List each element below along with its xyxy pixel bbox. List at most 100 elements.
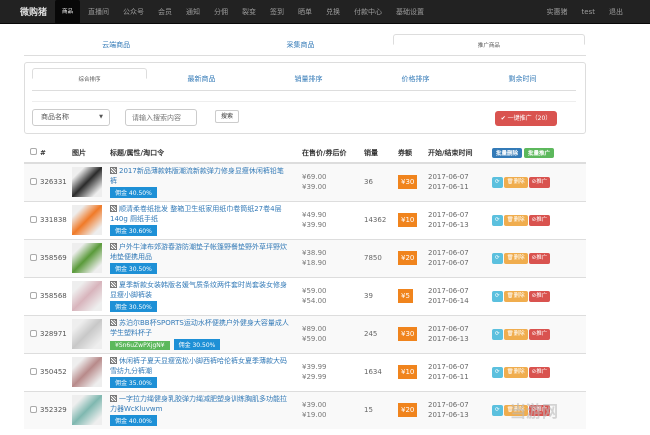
batch-delete-button[interactable]: 批量删除 (492, 147, 523, 158)
qrcode-icon[interactable] (110, 357, 117, 364)
search-button[interactable]: 搜索 (215, 110, 240, 123)
refresh-button[interactable]: ⟳ (492, 366, 503, 378)
qrcode-icon[interactable] (110, 205, 117, 212)
table-row: 331838 顺清柔卷纸批发 整箱卫生纸家用纸巾卷筒纸27卷4层140g 厕纸手纸… (24, 200, 586, 239)
delete-button[interactable]: 🗑删除 (503, 252, 528, 264)
product-image[interactable] (72, 395, 102, 426)
product-title[interactable]: 休闲裤子夏天显瘦宽松小脚西裤哈伦裤女夏季薄款大码雪纺九分裤潮 (110, 356, 290, 376)
nav-item[interactable]: 裂变 (235, 0, 263, 24)
product-image[interactable] (72, 167, 102, 198)
title-text[interactable]: 夏季新款女装韩版名媛气质条纹两件套时尚套装女修身显瘦小脚裤装 (110, 281, 287, 299)
promote-button[interactable]: ⊘推广 (528, 252, 551, 264)
sort-tab[interactable]: 剩余时间 (469, 68, 576, 90)
row-checkbox[interactable] (30, 253, 37, 261)
title-text[interactable]: 休闲裤子夏天显瘦宽松小脚西裤哈伦裤女夏季薄款大码雪纺九分裤潮 (110, 357, 287, 375)
tab[interactable]: 推广商品 (392, 34, 585, 49)
delete-button[interactable]: 🗑删除 (503, 366, 528, 378)
table-row: 358568 夏季新款女装韩版名媛气质条纹两件套时尚套装女修身显瘦小脚裤装 佣金 3… (24, 276, 586, 315)
promote-button[interactable]: ⊘推广 (528, 176, 551, 188)
product-image[interactable] (72, 205, 102, 235)
delete-button[interactable]: 🗑删除 (503, 290, 528, 302)
product-title[interactable]: 夏季新款女装韩版名媛气质条纹两件套时尚套装女修身显瘦小脚裤装 (110, 280, 290, 300)
nav-item[interactable]: 付款中心 (347, 0, 389, 24)
nav-item[interactable]: 晒单 (291, 0, 319, 24)
qrcode-icon[interactable] (110, 281, 117, 288)
sort-tab[interactable]: 价格排序 (362, 68, 469, 90)
title-text[interactable]: 2017新品薄款韩版潮流新款弹力修身显瘦休闲裤铅笔裤 (110, 167, 284, 185)
select-all-checkbox[interactable] (30, 148, 37, 155)
product-title[interactable]: 一字拉力绳健身乳胶弹力绳减肥塑身训练胸肌多功能拉力器WcKluvwm (110, 394, 290, 414)
qrcode-icon[interactable] (110, 167, 117, 175)
refresh-button[interactable]: ⟳ (492, 176, 503, 188)
product-image[interactable] (72, 357, 102, 387)
nav-right-item[interactable]: 实惠猪 (540, 0, 575, 24)
nav-item[interactable]: 公众号 (116, 0, 151, 24)
promote-label: 推广 (536, 330, 548, 337)
row-checkbox[interactable] (30, 215, 37, 223)
row-checkbox[interactable] (30, 329, 37, 337)
start-date: 2017-06-07 (428, 325, 469, 333)
product-image[interactable] (72, 281, 102, 311)
qrcode-icon[interactable] (110, 395, 117, 403)
promote-button[interactable]: ⊘推广 (528, 328, 551, 340)
nav-item[interactable]: 签到 (263, 0, 291, 24)
sort-tab[interactable]: 销量排序 (255, 68, 362, 90)
nav-item[interactable]: 通知 (179, 0, 207, 24)
caret-down-icon: ▼ (99, 114, 103, 120)
product-title[interactable]: 户外牛津布郊游春游防潮垫子帐篷野餐垫野外草坪野炊地垫便携用品 (110, 242, 290, 262)
nav-item[interactable]: 会员 (151, 0, 179, 24)
title-text[interactable]: 顺清柔卷纸批发 整箱卫生纸家用纸巾卷筒纸27卷4层140g 厕纸手纸 (110, 205, 282, 223)
search-field-select[interactable]: 商品名称 ▼ (32, 109, 110, 126)
title-text[interactable]: 一字拉力绳健身乳胶弹力绳减肥塑身训练胸肌多功能拉力器WcKluvwm (110, 395, 287, 413)
promote-button[interactable]: ⊘推广 (528, 214, 551, 226)
product-title[interactable]: 苏泊尔BB杯SPORTS运动水杯便携户外健身大容量成人学生塑料杯子 (110, 318, 290, 338)
product-title[interactable]: 顺清柔卷纸批发 整箱卫生纸家用纸巾卷筒纸27卷4层140g 厕纸手纸 (110, 204, 290, 224)
cell (72, 390, 110, 429)
nav-item[interactable]: 直播间 (81, 0, 116, 24)
row-checkbox[interactable] (30, 367, 37, 375)
product-image[interactable] (72, 243, 102, 273)
delete-button[interactable]: 🗑删除 (503, 328, 528, 340)
tab[interactable]: 云端商品 (24, 34, 208, 55)
coupon-badge: ¥20 (398, 251, 418, 265)
qrcode-icon[interactable] (110, 243, 117, 250)
qrcode-icon[interactable] (110, 319, 117, 326)
product-title[interactable]: 2017新品薄款韩版潮流新款弹力修身显瘦休闲裤铅笔裤 (110, 166, 290, 186)
sales: 14362 (364, 200, 398, 239)
batch-promote-button[interactable]: 批量推广 (524, 147, 555, 158)
refresh-button[interactable]: ⟳ (492, 252, 503, 264)
row-checkbox[interactable] (30, 291, 37, 299)
nav-right-item[interactable]: 退出 (602, 0, 630, 24)
after-coupon-price: ¥59.00 (302, 335, 327, 343)
nav-item[interactable]: 基础设置 (389, 0, 431, 24)
title-text[interactable]: 户外牛津布郊游春游防潮垫子帐篷野餐垫野外草坪野炊地垫便携用品 (110, 243, 287, 261)
product-image[interactable] (72, 319, 102, 349)
cell: 2017-06-07 2017-06-13 (428, 314, 492, 353)
row-checkbox[interactable] (30, 405, 37, 413)
promote-button[interactable]: ⊘推广 (528, 290, 551, 302)
refresh-button[interactable]: ⟳ (492, 328, 503, 340)
promote-all-button[interactable]: ✔ 一键推广（20） (495, 111, 557, 126)
row-checkbox[interactable] (30, 177, 37, 185)
cell: ¥10 (398, 200, 428, 239)
cell: 2017-06-07 2017-06-14 (428, 276, 492, 315)
refresh-button[interactable]: ⟳ (492, 290, 503, 302)
cell: 2017-06-07 2017-06-13 (428, 390, 492, 429)
labels: 佣金 40.50% (110, 186, 302, 199)
refresh-button[interactable]: ⟳ (492, 404, 503, 416)
tab[interactable]: 采集商品 (208, 34, 392, 55)
nav-item[interactable]: 分佣 (207, 0, 235, 24)
promote-button[interactable]: ⊘推广 (528, 366, 551, 378)
nav-item[interactable]: 兑换 (319, 0, 347, 24)
nav-right-item[interactable]: test (575, 0, 602, 24)
price: ¥39.00 (302, 401, 327, 410)
sort-tab[interactable]: 最新商品 (148, 68, 255, 90)
delete-button[interactable]: 🗑删除 (503, 176, 528, 188)
search-input[interactable] (125, 109, 197, 126)
delete-button[interactable]: 🗑删除 (503, 214, 528, 226)
title-text[interactable]: 苏泊尔BB杯SPORTS运动水杯便携户外健身大容量成人学生塑料杯子 (110, 319, 289, 337)
nav-item[interactable]: 商品 (55, 0, 81, 24)
refresh-button[interactable]: ⟳ (492, 214, 503, 226)
brand-logo[interactable]: 微购猪 (0, 5, 55, 18)
sort-tab[interactable]: 综合排序 (32, 68, 147, 83)
